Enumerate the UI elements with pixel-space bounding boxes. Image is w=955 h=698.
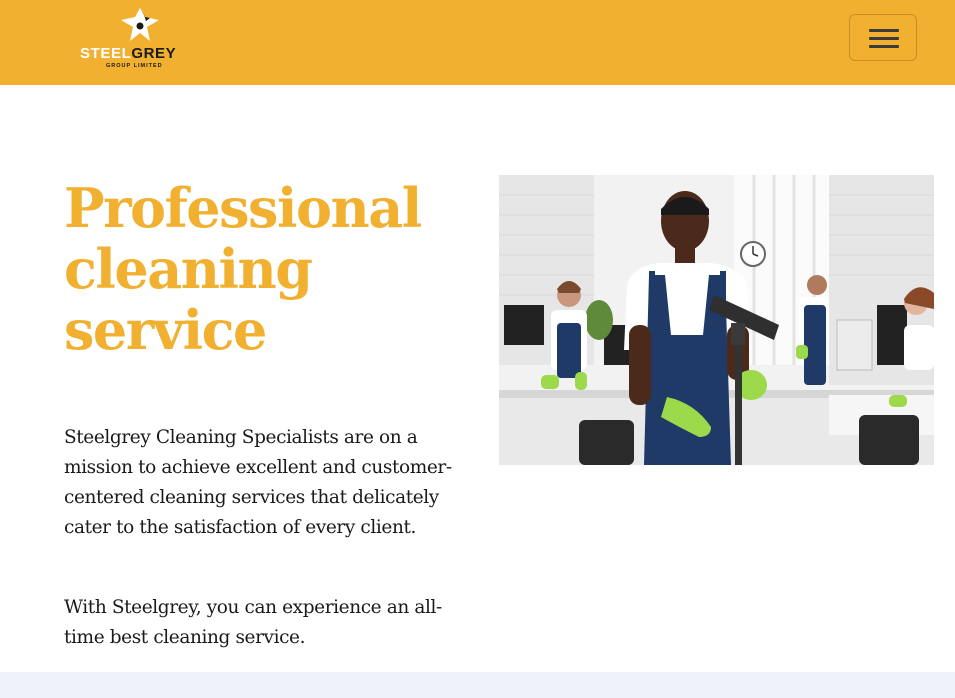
hero-photo bbox=[499, 175, 934, 465]
hamburger-bar bbox=[869, 45, 899, 48]
hamburger-bar bbox=[869, 37, 899, 40]
hero-title-line: service bbox=[64, 298, 267, 362]
hero-title: Professional cleaning service bbox=[64, 178, 484, 361]
hero-tagline: With Steelgrey, you can experience an al… bbox=[64, 597, 442, 648]
logo-wordmark-steel: STEEL bbox=[80, 45, 132, 62]
logo-subtitle: GROUP LIMITED bbox=[106, 63, 163, 69]
logo-mark-icon bbox=[121, 8, 159, 41]
next-section-band bbox=[0, 672, 955, 698]
cleaning-team-photo bbox=[499, 175, 934, 465]
hero-title-line: cleaning bbox=[64, 237, 313, 301]
brand-logo[interactable]: STEELGREY GROUP LIMITED bbox=[80, 8, 200, 70]
logo-wordmark: STEELGREY bbox=[80, 46, 200, 62]
hamburger-bar bbox=[869, 29, 899, 32]
logo-wordmark-grey: GREY bbox=[131, 45, 177, 62]
navbar: STEELGREY GROUP LIMITED bbox=[0, 0, 955, 85]
navbar-toggle-button[interactable] bbox=[849, 14, 917, 61]
hero-title-line: Professional bbox=[64, 176, 422, 240]
hero-description: Steelgrey Cleaning Specialists are on a … bbox=[64, 427, 452, 538]
